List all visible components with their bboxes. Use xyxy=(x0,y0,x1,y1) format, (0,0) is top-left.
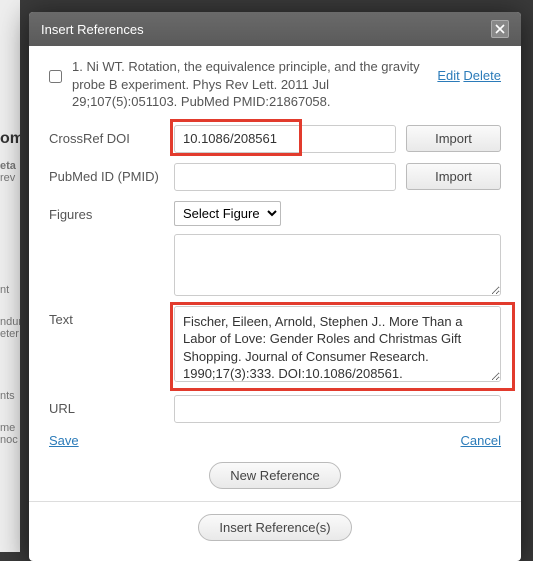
reference-checkbox[interactable] xyxy=(49,70,62,83)
url-label: URL xyxy=(49,395,164,416)
pmid-input[interactable] xyxy=(174,163,396,191)
crossref-import-button[interactable]: Import xyxy=(406,125,501,152)
reference-item: 1. Ni WT. Rotation, the equivalence prin… xyxy=(49,58,501,111)
dialog-titlebar: Insert References xyxy=(29,12,521,46)
dialog-title: Insert References xyxy=(41,22,144,37)
close-icon[interactable] xyxy=(491,20,509,38)
insert-references-button[interactable]: Insert Reference(s) xyxy=(198,514,351,541)
save-link[interactable]: Save xyxy=(49,433,79,448)
text-label: Text xyxy=(49,306,164,327)
figures-textarea[interactable] xyxy=(174,234,501,296)
reference-citation: 1. Ni WT. Rotation, the equivalence prin… xyxy=(72,58,427,111)
cancel-link[interactable]: Cancel xyxy=(461,433,501,448)
new-reference-button[interactable]: New Reference xyxy=(209,462,341,489)
figures-label: Figures xyxy=(49,201,164,222)
text-textarea[interactable]: Fischer, Eileen, Arnold, Stephen J.. Mor… xyxy=(174,306,501,382)
pmid-label: PubMed ID (PMID) xyxy=(49,163,164,184)
background-page: om eta rev nt ndur eter nts me noc xyxy=(0,0,20,552)
pmid-import-button[interactable]: Import xyxy=(406,163,501,190)
crossref-input[interactable] xyxy=(174,125,396,153)
insert-references-dialog: Insert References 1. Ni WT. Rotation, th… xyxy=(29,12,521,561)
crossref-label: CrossRef DOI xyxy=(49,125,164,146)
edit-link[interactable]: Edit xyxy=(437,68,459,83)
url-input[interactable] xyxy=(174,395,501,423)
divider xyxy=(29,501,521,502)
figures-select[interactable]: Select Figure xyxy=(174,201,281,226)
delete-link[interactable]: Delete xyxy=(463,68,501,83)
